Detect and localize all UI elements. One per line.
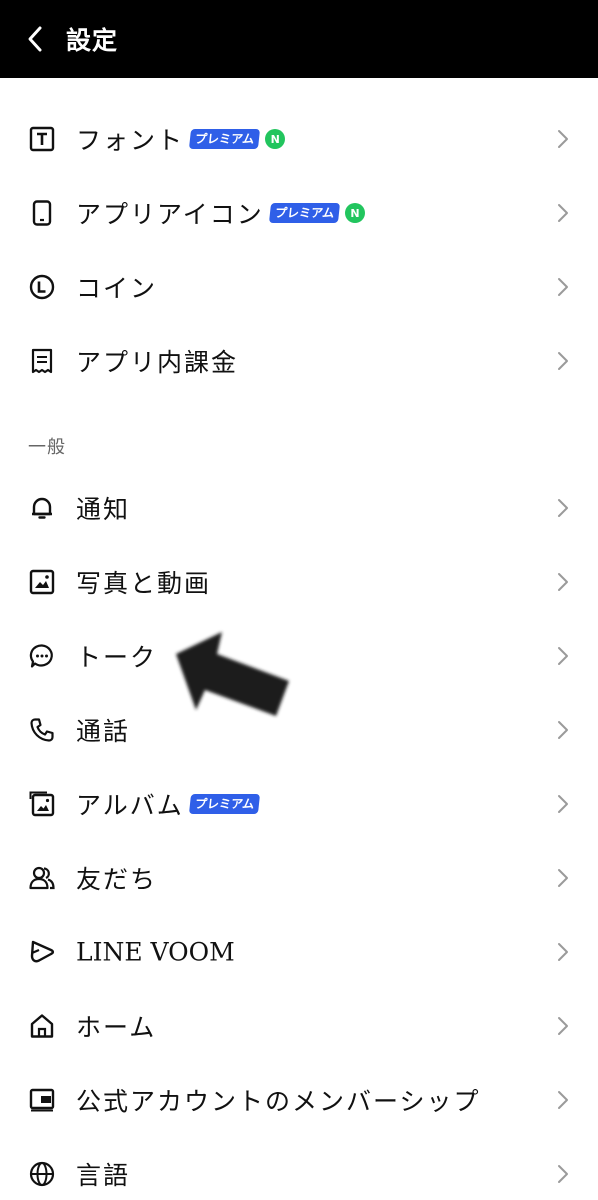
top-bar: 設定 — [0, 0, 598, 78]
settings-item-label: 友だち — [76, 865, 158, 894]
chevron-left-icon — [28, 26, 42, 52]
new-badge: N — [344, 203, 365, 223]
settings-item-photos-videos[interactable]: 写真と動画 — [0, 545, 598, 619]
premium-badge: プレミアム — [188, 129, 261, 149]
settings-item-official-account-membership[interactable]: 公式アカウントのメンバーシップ — [0, 1063, 598, 1137]
chevron-right-icon — [558, 1017, 568, 1035]
home-icon — [28, 1012, 56, 1040]
chevron-right-icon — [558, 721, 568, 739]
settings-item-calls[interactable]: 通話 — [0, 693, 598, 767]
settings-item-label: フォント — [76, 126, 185, 155]
settings-item-coin[interactable]: コイン — [0, 250, 598, 324]
settings-item-label: コイン — [76, 274, 158, 303]
settings-item-label: 言語 — [76, 1161, 131, 1190]
premium-badge: プレミアム — [268, 203, 340, 223]
settings-item-font[interactable]: フォント プレミアム N — [0, 102, 598, 176]
settings-item-app-icon[interactable]: アプリアイコン プレミアム N — [0, 176, 598, 250]
settings-item-label: アルバム — [76, 791, 184, 820]
settings-item-label: トーク — [76, 643, 158, 672]
chevron-right-icon — [558, 1165, 568, 1183]
photo-icon — [28, 568, 56, 596]
settings-item-language[interactable]: 言語 — [0, 1137, 598, 1200]
chevron-right-icon — [558, 869, 568, 887]
chevron-right-icon — [558, 499, 568, 517]
settings-item-label: ホーム — [76, 1013, 157, 1042]
settings-item-label: 公式アカウントのメンバーシップ — [76, 1087, 481, 1116]
membership-icon — [28, 1086, 56, 1114]
friends-icon — [28, 864, 56, 892]
receipt-icon — [28, 347, 56, 375]
back-button[interactable] — [0, 0, 70, 78]
chevron-right-icon — [558, 278, 568, 296]
phone-call-icon — [28, 716, 56, 744]
chevron-right-icon — [558, 573, 568, 591]
premium-badge: プレミアム — [188, 794, 260, 814]
settings-item-label: アプリ内課金 — [76, 348, 239, 377]
phone-icon — [28, 199, 56, 227]
chevron-right-icon — [558, 1091, 568, 1109]
voom-icon — [28, 938, 56, 966]
chevron-right-icon — [558, 204, 568, 222]
bell-icon — [28, 494, 56, 522]
font-icon — [28, 125, 56, 153]
settings-item-label: LINE VOOM — [76, 937, 235, 967]
chevron-right-icon — [558, 943, 568, 961]
chat-bubble-icon — [28, 642, 56, 670]
section-header-general: 一般 — [28, 437, 66, 458]
page-title: 設定 — [66, 26, 119, 55]
settings-item-talk[interactable]: トーク — [0, 619, 598, 693]
settings-item-label: 通話 — [76, 717, 131, 746]
chevron-right-icon — [558, 352, 568, 370]
coin-icon — [28, 273, 56, 301]
settings-item-notifications[interactable]: 通知 — [0, 471, 598, 545]
settings-item-friends[interactable]: 友だち — [0, 841, 598, 915]
album-icon — [28, 790, 56, 818]
settings-item-label: 写真と動画 — [76, 569, 212, 598]
settings-item-line-voom[interactable]: LINE VOOM — [0, 915, 598, 989]
settings-item-label: 通知 — [76, 495, 131, 524]
settings-item-home[interactable]: ホーム — [0, 989, 598, 1063]
new-badge: N — [265, 129, 286, 149]
settings-item-in-app-purchase[interactable]: アプリ内課金 — [0, 324, 598, 398]
chevron-right-icon — [558, 647, 568, 665]
chevron-right-icon — [558, 130, 568, 148]
chevron-right-icon — [558, 795, 568, 813]
settings-item-label: アプリアイコン — [76, 200, 264, 229]
globe-icon — [28, 1160, 56, 1188]
settings-item-album[interactable]: アルバム プレミアム — [0, 767, 598, 841]
